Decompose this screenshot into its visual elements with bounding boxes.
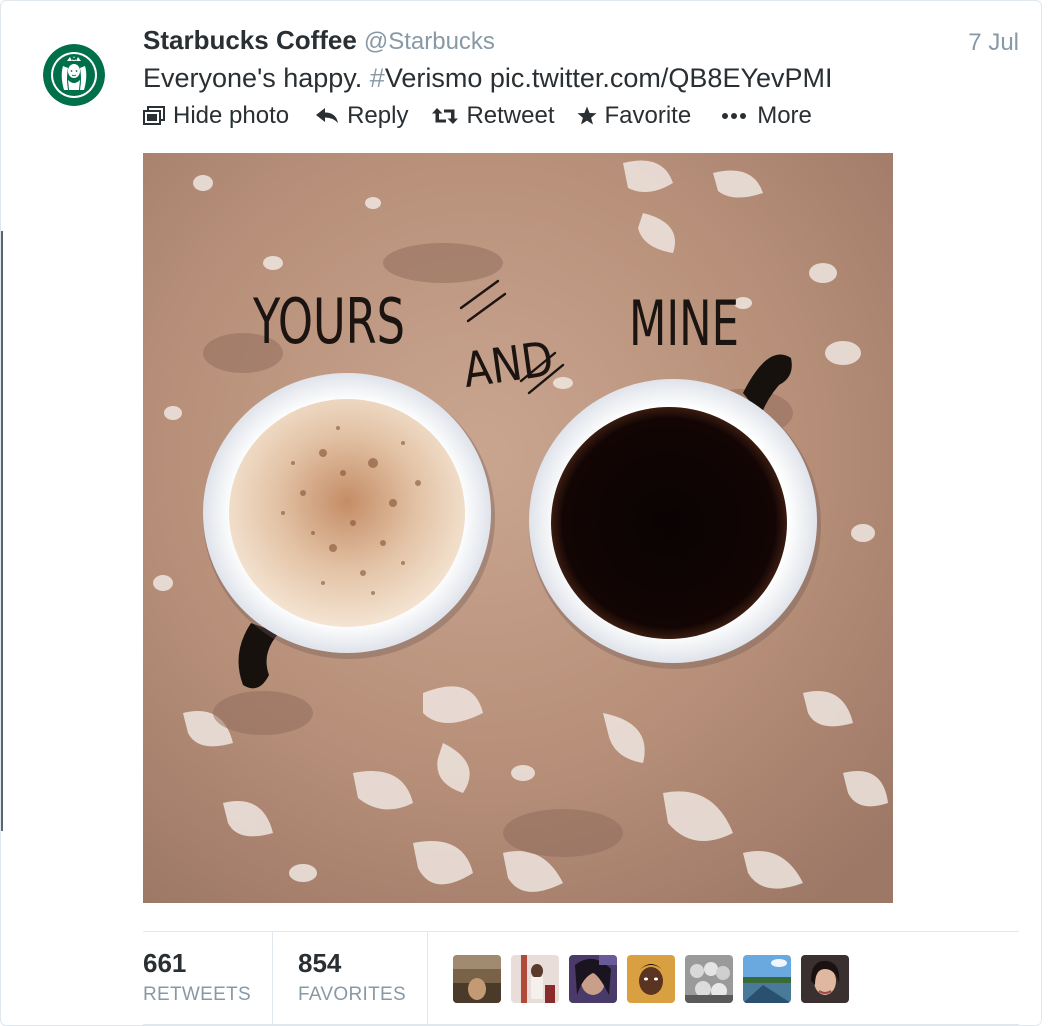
stats-divider-top	[143, 931, 1019, 932]
favorites-stat[interactable]: 854 FAVORITES	[298, 945, 406, 1009]
favoriter-avatar[interactable]	[685, 955, 733, 1003]
photo-caption-yours: YOURS	[252, 285, 405, 358]
reply-button[interactable]: Reply	[315, 102, 408, 130]
favoriter-avatar[interactable]	[569, 955, 617, 1003]
tweet-text: Everyone's happy. #Verismo pic.twitter.c…	[143, 63, 833, 94]
photo-icon	[143, 106, 165, 125]
avatar[interactable]	[43, 44, 105, 106]
display-name[interactable]: Starbucks Coffee	[143, 25, 357, 56]
hide-photo-label: Hide photo	[173, 102, 290, 129]
timestamp[interactable]: 7 Jul	[968, 29, 1019, 57]
retweets-count: 661	[143, 948, 187, 978]
favorites-label: FAVORITES	[298, 984, 406, 1005]
photo-caption-mine: MINE	[629, 287, 739, 360]
hashtag-symbol[interactable]: #	[370, 63, 385, 93]
favoriter-avatar[interactable]	[743, 955, 791, 1003]
tweet-text-body: Everyone's happy.	[143, 63, 370, 93]
retweet-button[interactable]: Retweet	[432, 102, 555, 130]
favoriter-avatar[interactable]	[453, 955, 501, 1003]
favorite-label: Favorite	[604, 102, 692, 129]
retweet-label: Retweet	[466, 102, 555, 129]
media-link[interactable]: pic.twitter.com/QB8EYevPMI	[482, 63, 833, 93]
retweet-icon	[432, 108, 459, 124]
hide-photo-button[interactable]: Hide photo	[143, 102, 289, 130]
more-button[interactable]: More	[721, 102, 812, 130]
more-label: More	[757, 102, 812, 129]
stat-separator	[272, 932, 273, 1024]
tweet-actions: Hide photo Reply Retweet Favorite More	[143, 101, 812, 131]
retweets-stat[interactable]: 661 RETWEETS	[143, 945, 251, 1009]
reply-label: Reply	[347, 102, 409, 129]
coffee-cups-photo: YOURS AND MINE	[143, 153, 893, 903]
favoriter-avatar[interactable]	[627, 955, 675, 1003]
favorite-button[interactable]: Favorite	[577, 102, 692, 130]
tweet-card: Starbucks Coffee @Starbucks 7 Jul Everyo…	[0, 0, 1042, 1026]
tweet-header: Starbucks Coffee @Starbucks	[143, 25, 495, 57]
reply-arrow-icon	[316, 108, 339, 123]
stats-divider-bottom	[143, 1024, 1019, 1025]
retweets-label: RETWEETS	[143, 984, 251, 1005]
tweet-photo[interactable]: YOURS AND MINE	[143, 153, 893, 903]
stat-separator	[427, 932, 428, 1024]
starbucks-logo-icon	[43, 44, 105, 106]
favoriter-avatars	[453, 955, 859, 1003]
favoriter-avatar[interactable]	[511, 955, 559, 1003]
favorites-count: 854	[298, 948, 342, 978]
favoriter-avatar[interactable]	[801, 955, 849, 1003]
hashtag-link[interactable]: Verismo	[385, 63, 483, 93]
ellipsis-icon	[722, 113, 747, 119]
star-icon	[577, 106, 596, 125]
scrollbar-edge	[1, 231, 3, 831]
username[interactable]: @Starbucks	[364, 28, 495, 56]
